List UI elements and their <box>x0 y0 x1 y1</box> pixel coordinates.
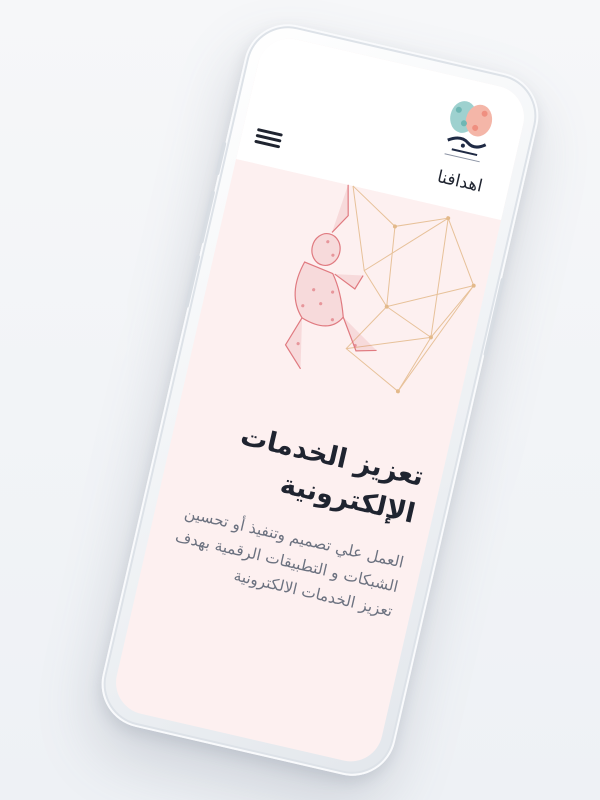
phone-side-button <box>215 141 227 176</box>
phone-screen: اهدافنا تعزيز الخدمات الإلكترونية العمل … <box>109 32 531 768</box>
phone-mockup: اهدافنا تعزيز الخدمات الإلكترونية العمل … <box>92 15 548 785</box>
brain-logo-icon[interactable] <box>434 91 506 170</box>
nav-title: اهدافنا <box>435 166 485 197</box>
climber-network-illustration <box>247 163 501 425</box>
hamburger-menu-icon[interactable] <box>253 125 283 152</box>
phone-side-button <box>184 254 201 309</box>
phone-side-button <box>199 190 216 244</box>
goal-content: تعزيز الخدمات الإلكترونية العمل علي تصمي… <box>159 407 427 625</box>
stage: اهدافنا تعزيز الخدمات الإلكترونية العمل … <box>0 0 600 800</box>
phone-side-button <box>483 277 506 357</box>
